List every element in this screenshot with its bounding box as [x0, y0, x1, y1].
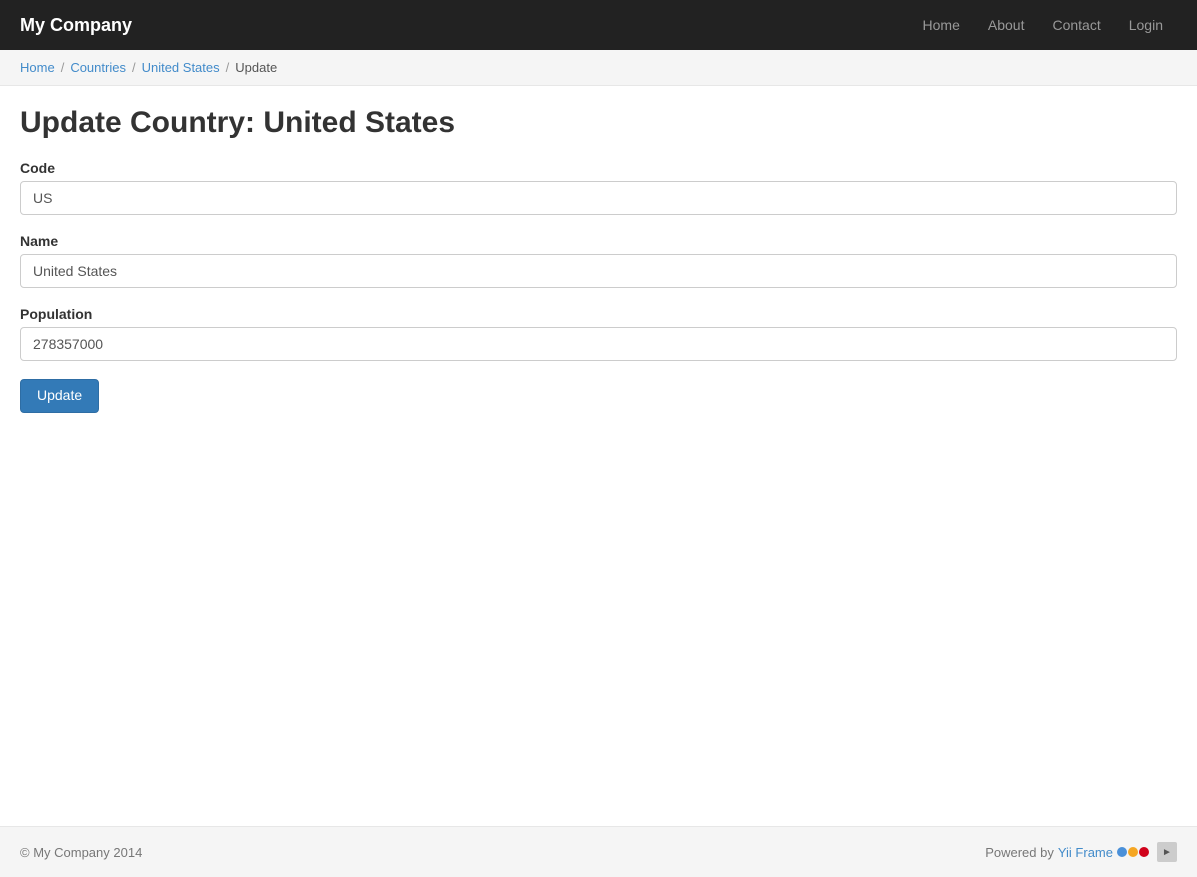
- main-content: Update Country: United States Code Name …: [0, 86, 1197, 826]
- nav-item-home: Home: [909, 0, 974, 50]
- form-group-code: Code: [20, 160, 1177, 215]
- update-button[interactable]: Update: [20, 379, 99, 413]
- yii-logo: [1117, 847, 1149, 857]
- footer: © My Company 2014 Powered by Yii Frame ►: [0, 826, 1197, 877]
- footer-yii-link[interactable]: Yii Frame: [1058, 845, 1113, 860]
- update-country-form: Code Name Population Update: [20, 160, 1177, 413]
- scroll-right-icon[interactable]: ►: [1157, 842, 1177, 862]
- navbar-brand[interactable]: My Company: [20, 15, 132, 36]
- form-group-name: Name: [20, 233, 1177, 288]
- footer-copyright: © My Company 2014: [20, 845, 142, 860]
- nav-link-home[interactable]: Home: [909, 0, 974, 50]
- navbar-nav: Home About Contact Login: [909, 0, 1177, 50]
- footer-powered: Powered by Yii Frame ►: [985, 842, 1177, 862]
- nav-link-about[interactable]: About: [974, 0, 1039, 50]
- code-label: Code: [20, 160, 1177, 176]
- breadcrumb-item-home: Home: [20, 60, 55, 75]
- yii-logo-dot-red: [1139, 847, 1149, 857]
- name-input[interactable]: [20, 254, 1177, 288]
- population-label: Population: [20, 306, 1177, 322]
- breadcrumb-item-update: Update: [220, 60, 278, 75]
- nav-item-about: About: [974, 0, 1039, 50]
- population-input[interactable]: [20, 327, 1177, 361]
- nav-link-login[interactable]: Login: [1115, 0, 1177, 50]
- breadcrumb-item-countries: Countries: [55, 60, 126, 75]
- yii-logo-dot-yellow: [1128, 847, 1138, 857]
- page-title: Update Country: United States: [20, 106, 1177, 140]
- nav-item-contact: Contact: [1038, 0, 1114, 50]
- breadcrumb-active: Update: [235, 60, 277, 75]
- breadcrumb-bar: Home Countries United States Update: [0, 50, 1197, 86]
- name-label: Name: [20, 233, 1177, 249]
- footer-powered-by-text: Powered by: [985, 845, 1054, 860]
- breadcrumb-link-united-states[interactable]: United States: [142, 60, 220, 75]
- navbar: My Company Home About Contact Login: [0, 0, 1197, 50]
- form-group-population: Population: [20, 306, 1177, 361]
- breadcrumb-link-countries[interactable]: Countries: [70, 60, 126, 75]
- yii-logo-dot-blue: [1117, 847, 1127, 857]
- nav-link-contact[interactable]: Contact: [1038, 0, 1114, 50]
- breadcrumb: Home Countries United States Update: [20, 60, 1177, 75]
- code-input[interactable]: [20, 181, 1177, 215]
- breadcrumb-link-home[interactable]: Home: [20, 60, 55, 75]
- nav-item-login: Login: [1115, 0, 1177, 50]
- breadcrumb-item-united-states: United States: [126, 60, 220, 75]
